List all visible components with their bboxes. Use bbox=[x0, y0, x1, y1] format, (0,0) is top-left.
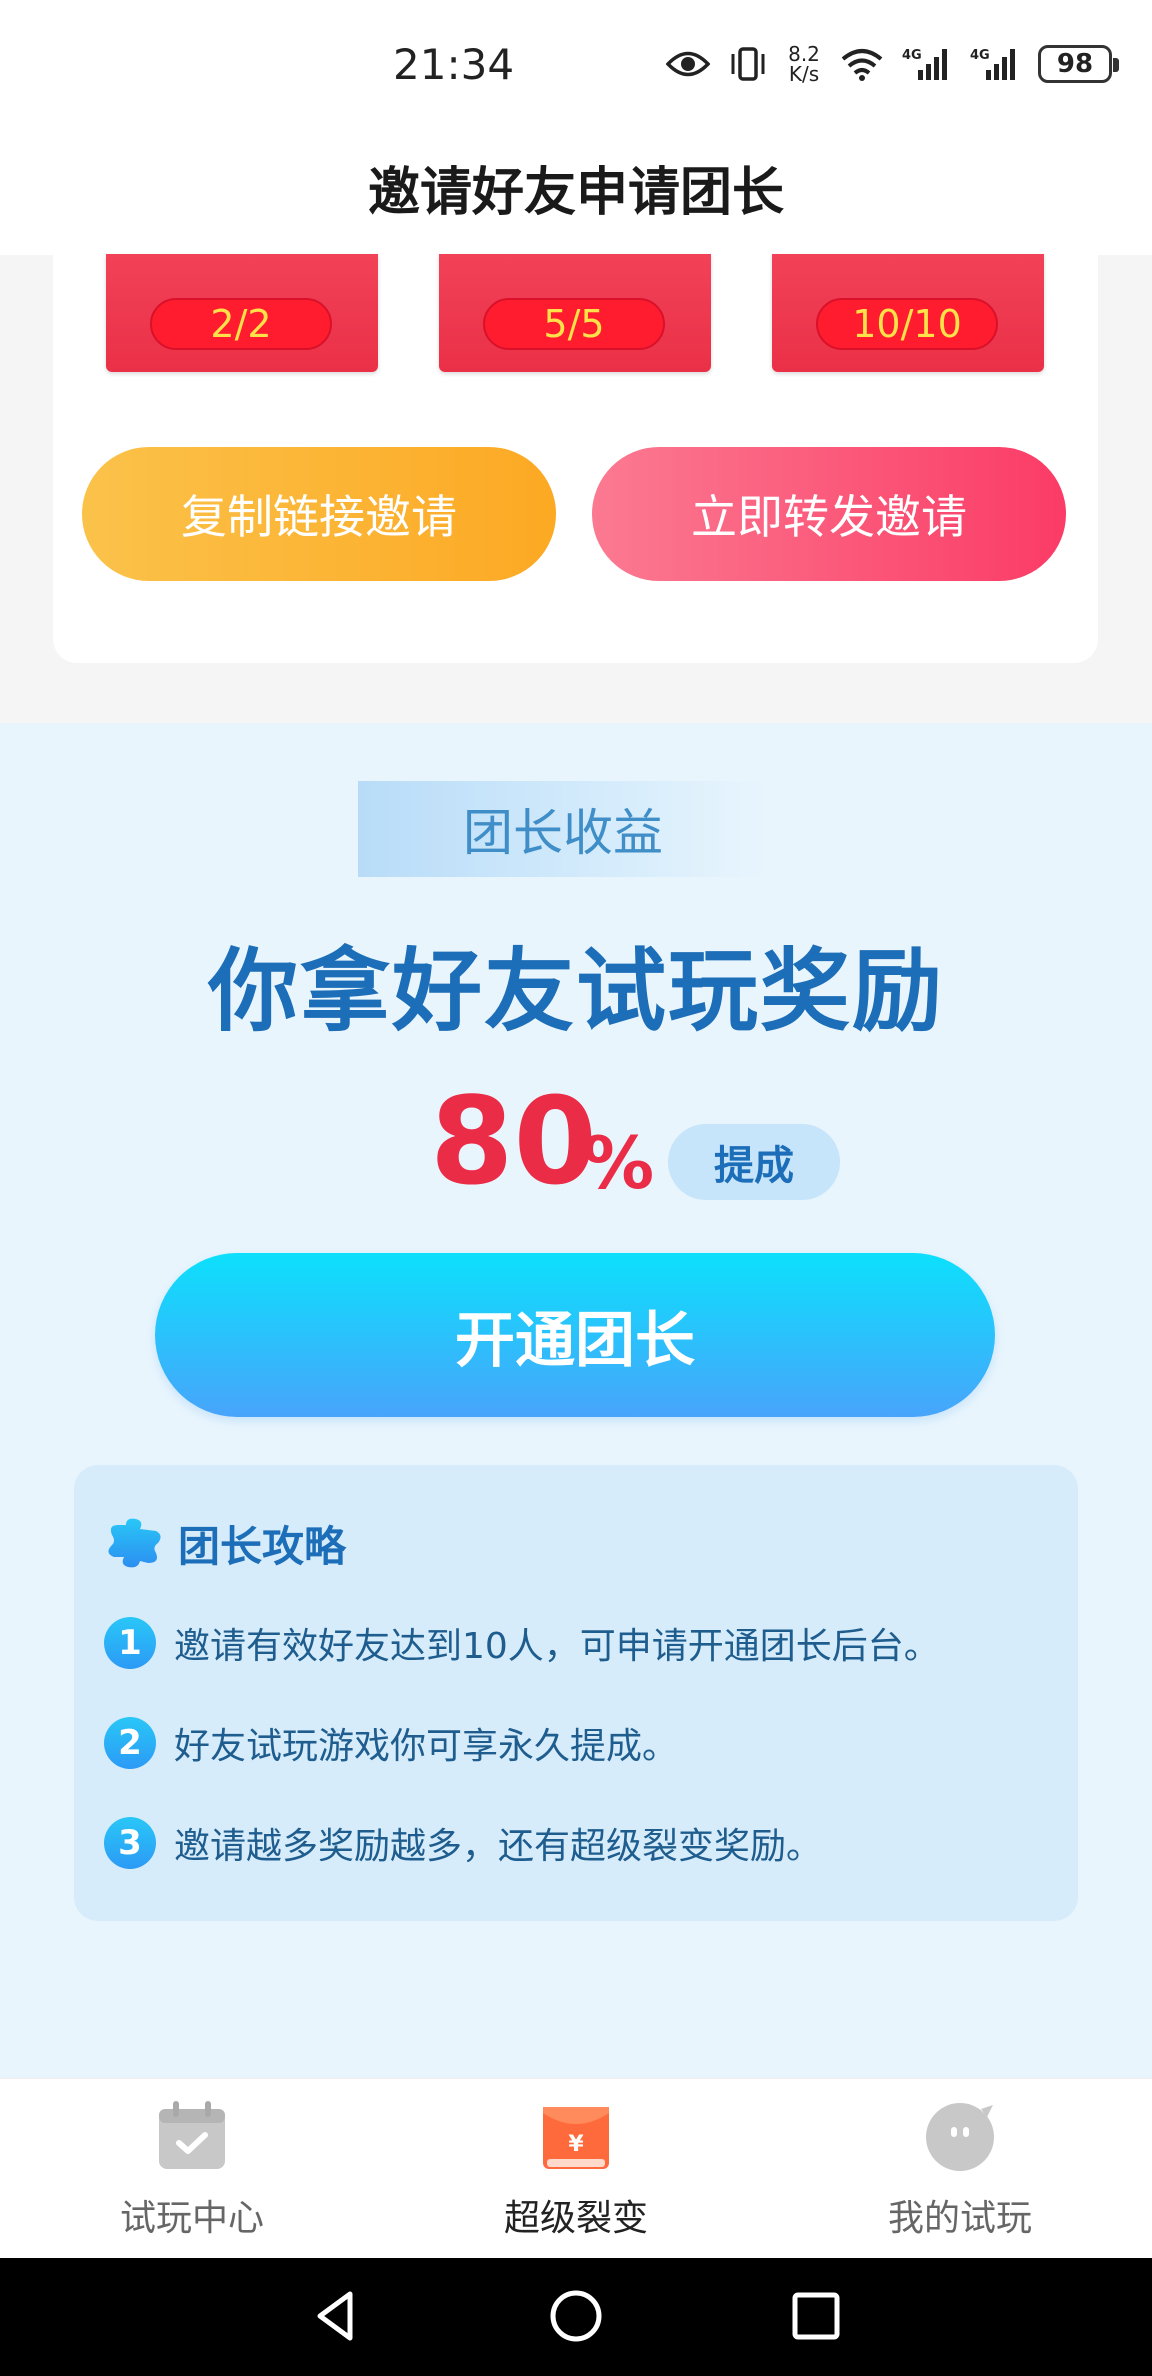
step-number: 2 bbox=[104, 1717, 156, 1769]
nav-label: 超级裂变 bbox=[503, 2198, 648, 2239]
share-invite-button[interactable]: 立即转发邀请 bbox=[592, 447, 1066, 581]
guide-item: 3 邀请越多奖励越多，还有超级裂变奖励。 bbox=[104, 1817, 822, 1869]
step-number: 3 bbox=[104, 1817, 156, 1869]
svg-text:4G: 4G bbox=[902, 48, 922, 63]
milestone-progress: 10/10 bbox=[816, 298, 998, 350]
commission-badge: 提成 bbox=[668, 1124, 840, 1200]
signal-icon: 4G bbox=[970, 48, 1015, 80]
chat-bubble-icon bbox=[926, 2103, 994, 2171]
nav-item-trial-center[interactable]: 试玩中心 bbox=[42, 2079, 342, 2259]
svg-text:¥: ¥ bbox=[568, 2132, 584, 2157]
nav-item-my-trials[interactable]: 我的试玩 bbox=[810, 2079, 1110, 2259]
red-envelope-icon: ¥ bbox=[543, 2107, 609, 2169]
step-number: 1 bbox=[104, 1617, 156, 1669]
vibrate-icon bbox=[731, 47, 765, 81]
copy-link-invite-button[interactable]: 复制链接邀请 bbox=[82, 447, 556, 581]
milestone-progress: 5/5 bbox=[483, 298, 665, 350]
guide-text: 好友试玩游戏你可享永久提成。 bbox=[174, 1726, 679, 1767]
recents-icon[interactable] bbox=[786, 2286, 846, 2346]
bottom-nav: 试玩中心 ¥ 超级裂变 我的试玩 bbox=[0, 2078, 1152, 2258]
milestone-card: 10/10 bbox=[772, 254, 1044, 372]
milestone-card: 2/2 bbox=[106, 254, 378, 372]
section-tag: 团长收益 bbox=[358, 781, 768, 877]
guide-box: 团长攻略 1 邀请有效好友达到10人，可申请开通团长后台。 2 好友试玩游戏你可… bbox=[74, 1465, 1078, 1921]
status-icons: 8.2 K/s 4G 4G 98 bbox=[666, 42, 1119, 86]
home-icon[interactable] bbox=[546, 2286, 606, 2346]
milestone-progress: 2/2 bbox=[150, 298, 332, 350]
guide-item: 1 邀请有效好友达到10人，可申请开通团长后台。 bbox=[104, 1617, 940, 1669]
calendar-check-icon bbox=[159, 2101, 225, 2169]
back-icon[interactable] bbox=[306, 2286, 366, 2346]
guide-text: 邀请有效好友达到10人，可申请开通团长后台。 bbox=[174, 1626, 940, 1667]
status-time: 21:34 bbox=[393, 40, 515, 89]
milestone-card: 5/5 bbox=[439, 254, 711, 372]
guide-title: 团长攻略 bbox=[178, 1522, 347, 1571]
leader-section: 团长收益 你拿好友试玩奖励 80 % 提成 开通团长 团长攻略 1 邀请有效好友… bbox=[0, 723, 1152, 2078]
svg-text:4G: 4G bbox=[970, 48, 990, 63]
system-nav-bar bbox=[0, 2258, 1152, 2376]
battery-icon: 98 bbox=[1038, 45, 1119, 83]
puzzle-icon bbox=[108, 1518, 161, 1567]
open-leader-button[interactable]: 开通团长 bbox=[155, 1253, 995, 1417]
wifi-icon bbox=[841, 49, 883, 81]
guide-header: 团长攻略 bbox=[104, 1513, 346, 1574]
rate-value: 80 bbox=[430, 1073, 597, 1212]
guide-text: 邀请越多奖励越多，还有超级裂变奖励。 bbox=[174, 1826, 823, 1867]
net-speed: 8.2 K/s bbox=[788, 42, 820, 86]
invite-card: 2/2 5/5 10/10 复制链接邀请 立即转发邀请 bbox=[53, 230, 1098, 663]
page-title: 邀请好友申请团长 bbox=[367, 163, 784, 223]
eye-icon bbox=[666, 51, 710, 77]
nav-label: 试玩中心 bbox=[119, 2198, 264, 2239]
guide-item: 2 好友试玩游戏你可享永久提成。 bbox=[104, 1717, 678, 1769]
nav-item-super-fission[interactable]: ¥ 超级裂变 bbox=[426, 2079, 726, 2259]
leader-headline: 你拿好友试玩奖励 bbox=[208, 939, 944, 1044]
status-bar: 21:34 8.2 K/s 4G 4G 98 bbox=[0, 0, 1152, 130]
nav-label: 我的试玩 bbox=[887, 2198, 1032, 2239]
rate-unit: % bbox=[582, 1121, 655, 1205]
signal-icon: 4G bbox=[902, 48, 947, 80]
commission-rate: 80 % bbox=[0, 1073, 1152, 1213]
